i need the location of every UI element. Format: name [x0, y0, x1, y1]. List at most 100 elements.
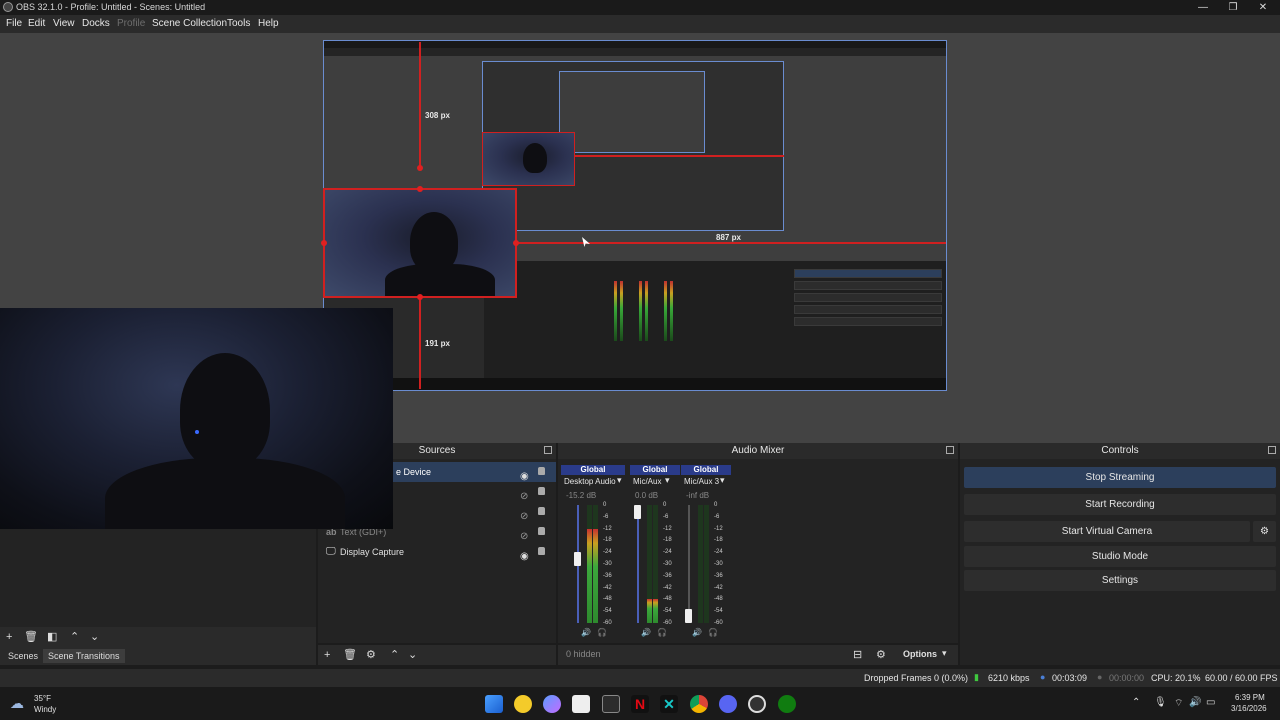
tab-scene-transitions[interactable]: Scene Transitions [43, 649, 125, 663]
close-button[interactable]: ✕ [1248, 0, 1278, 15]
channel-name[interactable]: Mic/Aux [633, 477, 661, 486]
nested-obs-menubar [324, 48, 946, 56]
headphone-icon[interactable]: 🎧 [657, 628, 667, 637]
tab-scenes[interactable]: Scenes [3, 649, 43, 663]
headphone-icon[interactable]: 🎧 [597, 628, 607, 637]
chrome-icon[interactable] [690, 695, 708, 713]
menu-edit[interactable]: Edit [28, 18, 45, 29]
add-icon[interactable]: + [324, 648, 330, 662]
menu-help[interactable]: Help [258, 18, 279, 29]
volume-slider[interactable] [637, 505, 639, 623]
x-app-icon[interactable]: ✕ [660, 695, 678, 713]
global-button[interactable]: Global [630, 465, 680, 475]
arrow-down-icon[interactable]: ⌄ [408, 648, 417, 662]
meter-tick-label: 0 [603, 502, 607, 508]
settings-button[interactable]: Settings [964, 570, 1276, 591]
undock-icon[interactable] [1268, 446, 1276, 454]
channel-name[interactable]: Desktop Audio [564, 477, 616, 486]
xbox-icon[interactable] [778, 695, 796, 713]
wifi-icon[interactable]: ⌔ [1174, 697, 1183, 710]
eye-icon[interactable]: ◉ [520, 547, 529, 567]
lock-icon[interactable] [538, 487, 545, 495]
volume-knob[interactable] [685, 609, 692, 623]
app-icon[interactable] [514, 695, 532, 713]
nested-settings [794, 317, 942, 326]
global-button[interactable]: Global [561, 465, 625, 475]
menu-docks[interactable]: Docks [82, 18, 110, 29]
app-icon[interactable] [602, 695, 620, 713]
meter-tick-label: -54 [714, 608, 723, 615]
virtual-camera-settings-button[interactable]: ⚙ [1253, 521, 1276, 542]
resize-handle-bottom[interactable] [417, 294, 423, 300]
arrow-up-icon[interactable]: ⌃ [70, 630, 79, 644]
minimize-button[interactable]: — [1188, 0, 1218, 15]
volume-knob[interactable] [574, 551, 581, 566]
weather-temp[interactable]: 35°F [34, 694, 51, 703]
clock-date[interactable]: 3/16/2026 [1231, 704, 1267, 713]
obs-taskbar-icon[interactable] [748, 695, 766, 713]
discord-icon[interactable] [719, 695, 737, 713]
chevron-down-icon[interactable]: ▾ [942, 648, 947, 659]
nested-meter [614, 281, 617, 341]
start-recording-button[interactable]: Start Recording [964, 494, 1276, 515]
selected-webcam-source[interactable] [323, 188, 517, 298]
speaker-icon[interactable]: 🔊 [692, 628, 702, 637]
lock-icon[interactable] [538, 467, 545, 475]
measure-top-label: 308 px [425, 111, 450, 120]
lock-icon[interactable] [538, 507, 545, 515]
menu-tools[interactable]: Tools [227, 18, 250, 29]
weather-desc[interactable]: Windy [34, 705, 56, 714]
studio-mode-button[interactable]: Studio Mode [964, 546, 1276, 567]
trash-icon[interactable]: 🗑 [343, 648, 357, 662]
menu-scene-collection[interactable]: Scene Collection [152, 18, 227, 29]
chevron-down-icon[interactable]: ▾ [720, 475, 725, 486]
menu-file[interactable]: File [6, 18, 22, 29]
scenes-toolbar: + 🗑 ◧ ⌃ ⌄ [0, 627, 316, 647]
chevron-down-icon[interactable]: ▾ [617, 475, 622, 486]
copilot-icon[interactable] [543, 695, 561, 713]
options-button[interactable]: Options [903, 649, 937, 659]
source-row-display-capture[interactable]: 🖵 Display Capture ◉ [320, 542, 556, 562]
undock-icon[interactable] [544, 446, 552, 454]
trash-icon[interactable]: 🗑 [24, 630, 38, 644]
nested-meter [670, 281, 673, 341]
chevron-up-icon[interactable]: ⌃ [1132, 697, 1140, 708]
volume-slider[interactable] [688, 505, 690, 623]
volume-icon[interactable]: 🔊 [1189, 697, 1201, 708]
headphone-icon[interactable]: 🎧 [708, 628, 718, 637]
nested-stop-streaming [794, 269, 942, 278]
undock-icon[interactable] [946, 446, 954, 454]
arrow-down-icon[interactable]: ⌄ [90, 630, 99, 644]
arrow-up-icon[interactable]: ⌃ [390, 648, 399, 662]
gear-icon[interactable]: ⚙ [366, 648, 376, 662]
chevron-down-icon[interactable]: ▾ [665, 475, 670, 486]
volume-knob[interactable] [634, 505, 641, 519]
lock-icon[interactable] [538, 547, 545, 555]
global-button[interactable]: Global [681, 465, 731, 475]
resize-handle-top[interactable] [417, 186, 423, 192]
channel-name[interactable]: Mic/Aux 3 [684, 477, 719, 486]
clock-time[interactable]: 6:39 PM [1235, 693, 1265, 702]
add-icon[interactable]: + [6, 630, 12, 644]
battery-icon[interactable]: ▭ [1206, 697, 1215, 708]
restore-button[interactable]: ❐ [1218, 0, 1248, 15]
netflix-icon[interactable]: N [631, 695, 649, 713]
meter-tick-label: -6 [603, 513, 609, 520]
obs-logo-icon [3, 2, 13, 12]
speaker-icon[interactable]: 🔊 [641, 628, 651, 637]
resize-handle-right[interactable] [513, 240, 519, 246]
start-virtual-camera-button[interactable]: Start Virtual Camera [964, 521, 1250, 542]
store-icon[interactable] [572, 695, 590, 713]
microphone-icon[interactable]: 🎙 [1154, 697, 1167, 708]
resize-handle-left[interactable] [321, 240, 327, 246]
menu-profile[interactable]: Profile [117, 18, 145, 29]
meter-tick-label: -30 [603, 561, 612, 567]
menu-view[interactable]: View [53, 18, 75, 29]
lock-icon[interactable] [538, 527, 545, 535]
stop-streaming-button[interactable]: Stop Streaming [964, 467, 1276, 488]
speaker-icon[interactable]: 🔊 [581, 628, 591, 637]
settings-icon[interactable]: ⚙ [876, 648, 886, 662]
layout-icon[interactable]: ⊟ [853, 648, 862, 662]
start-button-icon[interactable] [485, 695, 503, 713]
filter-icon[interactable]: ◧ [47, 630, 57, 644]
